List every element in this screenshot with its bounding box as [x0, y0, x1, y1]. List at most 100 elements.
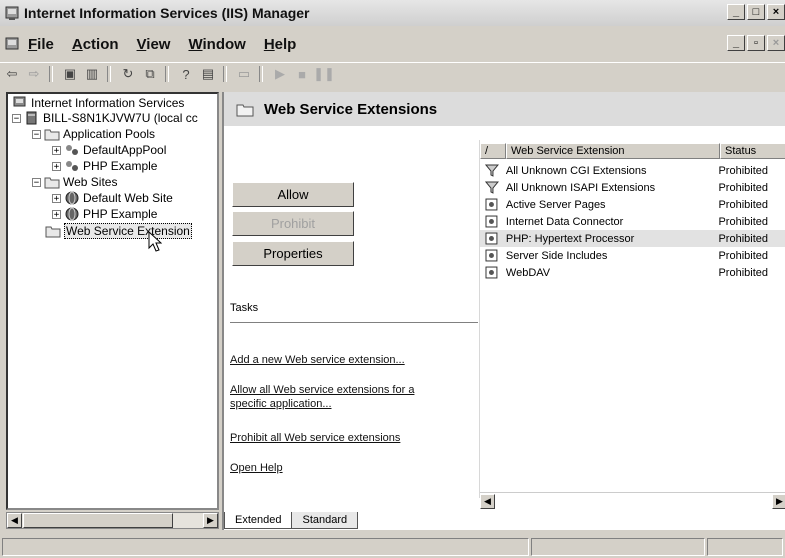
toolbar: ⇦ ⇨ ▣ ▥ ↻ ⧉ ? ▤ ▭ ▶ ■ ❚❚: [0, 62, 785, 85]
tree-node-php-example-site[interactable]: + PHP Example: [52, 207, 157, 221]
export-list-icon[interactable]: ⧉: [140, 65, 160, 83]
scroll-left-button[interactable]: ◀: [7, 513, 22, 528]
folder-icon: [44, 177, 60, 189]
tree-horizontal-scrollbar[interactable]: ◀ ▶: [6, 512, 219, 529]
tree-node-web-sites[interactable]: − Web Sites: [32, 175, 117, 189]
expand-icon[interactable]: +: [52, 145, 61, 155]
tree-node-iis-root[interactable]: Internet Information Services: [12, 96, 184, 110]
list-horizontal-scrollbar[interactable]: ◀ ▶: [480, 492, 785, 510]
extension-icon: [485, 215, 498, 228]
allow-button[interactable]: Allow: [232, 182, 354, 207]
add-extension-link[interactable]: Add a new Web service extension...: [230, 353, 470, 367]
toolbar-separator: [49, 66, 53, 82]
globe-icon: [65, 207, 79, 221]
status-pane-secondary: [531, 538, 705, 556]
back-arrow-icon[interactable]: ⇦: [2, 65, 22, 83]
list-row[interactable]: All Unknown ISAPI Extensions Prohibited: [480, 179, 785, 196]
app-pool-icon: [66, 161, 78, 171]
mdi-minimize-button[interactable]: _: [727, 35, 745, 51]
tab-extended[interactable]: Extended: [224, 512, 293, 529]
close-button[interactable]: ×: [767, 4, 785, 20]
menu-file-rest: ile: [37, 35, 54, 53]
app-pool-icon: [66, 145, 78, 155]
window-title: Internet Information Services (IIS) Mana…: [24, 5, 310, 21]
show-hide-console-tree-icon[interactable]: ▥: [82, 65, 102, 83]
menu-view[interactable]: View: [137, 36, 171, 53]
tree-node-server[interactable]: − BILL-S8N1KJVW7U (local cc: [12, 111, 198, 125]
collapse-icon[interactable]: −: [32, 129, 41, 139]
expand-icon[interactable]: +: [52, 209, 61, 219]
stop-icon[interactable]: ■: [292, 65, 312, 83]
iis-manager-window: Internet Information Services (IIS) Mana…: [0, 0, 785, 558]
mmc-document-icon[interactable]: [4, 36, 20, 52]
console-tree[interactable]: Internet Information Services − BILL-S8N…: [6, 92, 219, 510]
extensions-list[interactable]: / Web Service Extension Status All Unkno…: [479, 140, 785, 498]
menu-action[interactable]: Action: [72, 36, 119, 53]
tree-node-defaultapppool[interactable]: + DefaultAppPool: [52, 143, 166, 157]
list-row[interactable]: Active Server Pages Prohibited: [480, 196, 785, 213]
details-pane: Web Service Extensions Allow Prohibit Pr…: [222, 92, 785, 530]
properties-button[interactable]: Properties: [232, 241, 354, 266]
column-header-status[interactable]: Status: [720, 143, 785, 159]
computer-icon[interactable]: ▭: [234, 65, 254, 83]
folder-icon: [44, 129, 60, 141]
menu-window[interactable]: Window: [188, 36, 245, 53]
open-help-link[interactable]: Open Help: [230, 461, 470, 475]
filter-icon: [485, 181, 499, 194]
tree-node-default-web-site[interactable]: + Default Web Site: [52, 191, 173, 205]
menu-help[interactable]: Help: [264, 36, 297, 53]
help-icon[interactable]: ?: [176, 65, 196, 83]
scroll-thumb[interactable]: [23, 513, 173, 528]
forward-arrow-icon[interactable]: ⇨: [24, 65, 44, 83]
tree-node-application-pools[interactable]: − Application Pools: [32, 127, 155, 141]
status-bar: [0, 536, 785, 558]
menu-file[interactable]: File: [28, 36, 54, 53]
details-header: Web Service Extensions: [224, 92, 785, 126]
title-bar[interactable]: Internet Information Services (IIS) Mana…: [0, 0, 785, 26]
allow-all-extensions-link[interactable]: Allow all Web service extensions for a s…: [230, 383, 470, 411]
tasks-divider: [230, 322, 478, 323]
refresh-icon[interactable]: ↻: [118, 65, 138, 83]
scroll-right-button[interactable]: ▶: [203, 513, 218, 528]
mouse-cursor-icon: [148, 231, 162, 252]
list-row[interactable]: Server Side Includes Prohibited: [480, 247, 785, 264]
sort-indicator-icon[interactable]: /: [480, 143, 506, 159]
properties-icon[interactable]: ▤: [198, 65, 218, 83]
play-icon[interactable]: ▶: [270, 65, 290, 83]
iis-root-icon: [13, 96, 26, 107]
extension-icon: [485, 266, 498, 279]
view-tabs: Extended Standard: [224, 512, 359, 530]
pause-icon[interactable]: ❚❚: [313, 65, 335, 83]
globe-icon: [65, 191, 79, 205]
up-one-level-icon[interactable]: ▣: [60, 65, 80, 83]
extension-icon: [485, 198, 498, 211]
folder-icon: [45, 226, 61, 238]
tab-standard[interactable]: Standard: [291, 512, 359, 529]
list-row[interactable]: All Unknown CGI Extensions Prohibited: [480, 162, 785, 179]
tree-node-web-service-extensions[interactable]: Web Service Extension: [45, 223, 192, 239]
status-pane-tertiary: [707, 538, 783, 556]
mdi-restore-button[interactable]: ▫: [747, 35, 765, 51]
list-row[interactable]: WebDAV Prohibited: [480, 264, 785, 281]
list-row-selected[interactable]: PHP: Hypertext Processor Prohibited: [480, 230, 785, 247]
mdi-close-button[interactable]: ×: [767, 35, 785, 51]
menu-bar: File Action View Window Help _ ▫ ×: [0, 31, 785, 57]
collapse-icon[interactable]: −: [12, 113, 21, 123]
scroll-right-button[interactable]: ▶: [772, 494, 785, 509]
column-header-name[interactable]: Web Service Extension: [506, 143, 720, 159]
prohibit-button[interactable]: Prohibit: [232, 211, 354, 236]
expand-icon[interactable]: +: [52, 193, 61, 203]
iis-app-icon: [5, 6, 19, 20]
tree-node-php-example-pool[interactable]: + PHP Example: [52, 159, 157, 173]
collapse-icon[interactable]: −: [32, 177, 41, 187]
server-icon: [26, 111, 37, 125]
status-pane-main: [2, 538, 529, 556]
maximize-button[interactable]: □: [747, 4, 765, 20]
list-row[interactable]: Internet Data Connector Prohibited: [480, 213, 785, 230]
expand-icon[interactable]: +: [52, 161, 61, 171]
filter-icon: [485, 164, 499, 177]
scroll-left-button[interactable]: ◀: [480, 494, 495, 509]
extension-icon: [485, 232, 498, 245]
prohibit-all-extensions-link[interactable]: Prohibit all Web service extensions: [230, 431, 470, 445]
minimize-button[interactable]: _: [727, 4, 745, 20]
